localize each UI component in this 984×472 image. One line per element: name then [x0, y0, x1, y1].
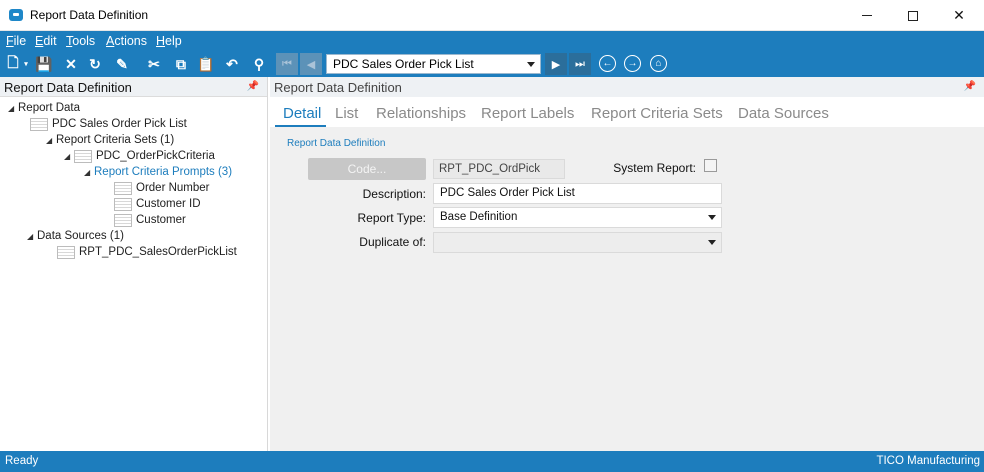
record-selector-value: PDC Sales Order Pick List: [333, 57, 474, 71]
tab-detail[interactable]: Detail: [283, 105, 321, 122]
company-name: TICO Manufacturing: [876, 455, 980, 467]
description-label: Description:: [362, 187, 426, 201]
menu-edit[interactable]: Edit: [35, 34, 57, 48]
tree-panel: Report Data Definition 📌 ◢ Report Data P…: [0, 77, 268, 451]
next-record-button[interactable]: ▶: [545, 53, 567, 75]
report-type-value: Base Definition: [440, 211, 518, 223]
menu-bar: File Edit Tools Actions Help: [0, 31, 984, 51]
document-icon: [114, 181, 132, 195]
minimize-button[interactable]: [844, 0, 890, 31]
expand-arrow-icon[interactable]: ◢: [8, 104, 18, 113]
close-button[interactable]: ✕: [936, 0, 982, 31]
forward-arrow-icon: →: [627, 58, 638, 69]
last-record-icon: ⏭: [575, 57, 585, 70]
home-button[interactable]: ⌂: [650, 55, 667, 72]
title-bar: Report Data Definition ✕: [0, 0, 984, 31]
tree-node-prompt[interactable]: Customer ID: [114, 196, 201, 212]
document-icon: [114, 213, 132, 227]
expand-arrow-icon[interactable]: ◢: [64, 152, 74, 161]
tab-bar: Detail List Relationships Report Labels …: [270, 97, 984, 127]
expand-arrow-icon[interactable]: ◢: [27, 232, 37, 241]
prev-record-icon: ◀: [306, 58, 316, 71]
new-icon[interactable]: 🗋: [4, 54, 22, 73]
delete-icon[interactable]: ✕: [62, 55, 80, 73]
menu-file[interactable]: File: [6, 34, 26, 48]
menu-actions[interactable]: Actions: [106, 34, 147, 48]
expand-arrow-icon[interactable]: ◢: [84, 168, 94, 177]
code-field: RPT_PDC_OrdPick: [433, 159, 565, 179]
tree-node-definition[interactable]: PDC Sales Order Pick List: [30, 116, 187, 132]
document-icon: [74, 149, 92, 163]
next-record-icon: ▶: [551, 58, 561, 71]
app-icon: [9, 9, 23, 21]
menu-help[interactable]: Help: [156, 34, 182, 48]
code-button[interactable]: Code...: [308, 158, 426, 180]
tab-report-criteria-sets[interactable]: Report Criteria Sets: [591, 105, 723, 122]
detail-panel-title: Report Data Definition: [274, 80, 402, 95]
tab-relationships[interactable]: Relationships: [376, 105, 466, 122]
tree-node-prompt[interactable]: Order Number: [114, 180, 210, 196]
prev-record-button[interactable]: ◀: [300, 53, 322, 75]
tree-node-prompt[interactable]: Customer: [114, 212, 186, 228]
chevron-down-icon: [527, 62, 535, 67]
system-report-label: System Report:: [613, 161, 696, 175]
undo-icon[interactable]: ↶: [223, 55, 241, 73]
pin-icon[interactable]: 📌: [247, 81, 259, 92]
description-field[interactable]: PDC Sales Order Pick List: [433, 183, 722, 204]
status-text: Ready: [5, 455, 39, 467]
detail-panel-header: Report Data Definition 📌: [270, 77, 984, 97]
tab-report-labels[interactable]: Report Labels: [481, 105, 574, 122]
duplicate-of-select[interactable]: [433, 232, 722, 253]
first-record-button[interactable]: ⏮: [276, 53, 298, 75]
tree-node-criteria-set[interactable]: ◢ PDC_OrderPickCriteria: [64, 148, 215, 164]
refresh-icon[interactable]: ↻: [86, 55, 104, 73]
save-icon[interactable]: 💾: [35, 55, 53, 73]
record-selector[interactable]: PDC Sales Order Pick List: [326, 54, 541, 74]
document-icon: [30, 117, 48, 131]
tree-panel-title: Report Data Definition: [4, 80, 132, 95]
report-type-label: Report Type:: [357, 211, 426, 225]
tree-panel-header: Report Data Definition 📌: [0, 77, 267, 97]
cut-icon[interactable]: ✂: [145, 55, 163, 73]
find-icon[interactable]: ⚲: [250, 55, 268, 73]
tree-node-data-sources[interactable]: ◢ Data Sources (1): [27, 228, 124, 244]
report-type-select[interactable]: Base Definition: [433, 207, 722, 228]
pin-icon[interactable]: 📌: [964, 81, 976, 92]
copy-icon[interactable]: ⧉: [172, 55, 190, 73]
chevron-down-icon: [708, 240, 716, 245]
tree-node-data-source[interactable]: RPT_PDC_SalesOrderPickList: [57, 244, 237, 260]
system-report-checkbox[interactable]: [704, 159, 717, 172]
back-button[interactable]: ←: [599, 55, 616, 72]
back-arrow-icon: ←: [602, 58, 613, 69]
tab-list[interactable]: List: [335, 105, 358, 122]
tree-node-criteria-prompts[interactable]: ◢ Report Criteria Prompts (3): [84, 164, 232, 180]
forward-button[interactable]: →: [624, 55, 641, 72]
document-icon: [57, 245, 75, 259]
first-record-icon: ⏮: [282, 57, 292, 70]
window-title: Report Data Definition: [30, 8, 149, 22]
maximize-icon: [908, 10, 918, 21]
home-icon: ⌂: [655, 58, 662, 69]
menu-tools[interactable]: Tools: [66, 34, 95, 48]
active-tab-indicator: [275, 125, 326, 127]
chevron-down-icon: [708, 215, 716, 220]
tab-data-sources[interactable]: Data Sources: [738, 105, 829, 122]
tree-node-report-data[interactable]: ◢ Report Data: [8, 100, 80, 116]
maximize-button[interactable]: [890, 0, 936, 31]
paste-icon[interactable]: 📋: [197, 55, 215, 73]
minimize-icon: [862, 15, 872, 16]
new-dropdown-icon[interactable]: ▾: [22, 55, 30, 73]
tree-node-criteria-sets[interactable]: ◢ Report Criteria Sets (1): [46, 132, 174, 148]
duplicate-of-label: Duplicate of:: [359, 235, 426, 249]
clear-icon[interactable]: ✎: [113, 55, 131, 73]
section-label: Report Data Definition: [287, 138, 386, 149]
status-bar: Ready TICO Manufacturing: [0, 451, 984, 472]
toolbar: 🗋 ▾ 💾 ✕ ↻ ✎ ✂ ⧉ 📋 ↶ ⚲ ⏮ ◀ PDC Sales Orde…: [0, 51, 984, 77]
detail-panel: Report Data Definition 📌 Detail List Rel…: [270, 77, 984, 451]
last-record-button[interactable]: ⏭: [569, 53, 591, 75]
document-icon: [114, 197, 132, 211]
expand-arrow-icon[interactable]: ◢: [46, 136, 56, 145]
close-icon: ✕: [953, 7, 965, 23]
